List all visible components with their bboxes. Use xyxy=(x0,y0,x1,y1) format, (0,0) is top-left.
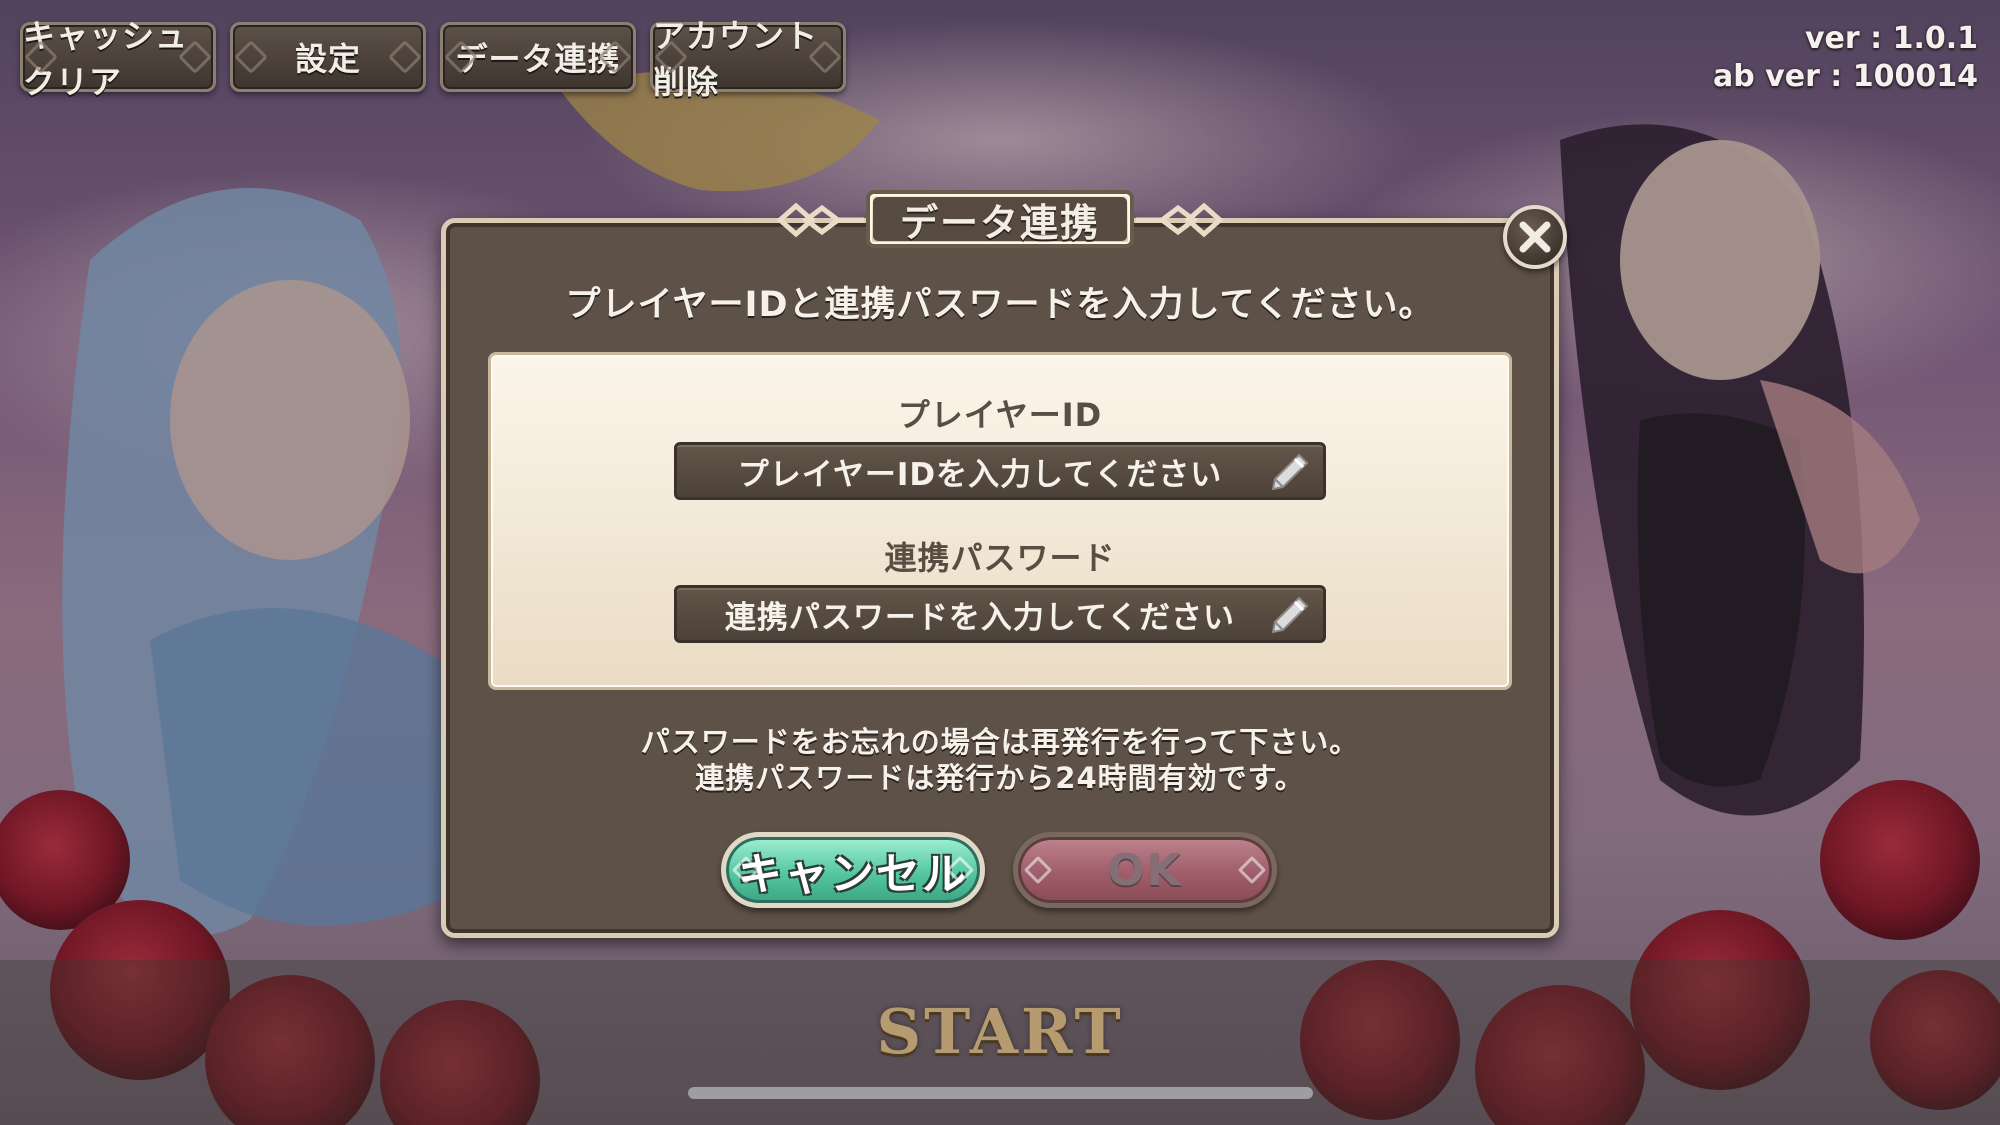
left-ornament-icon xyxy=(776,202,864,238)
dialog-title-plate: データ連携 xyxy=(866,190,1134,248)
password-label: 連携パスワード xyxy=(884,539,1116,577)
note-line-1: パスワードをお忘れの場合は再発行を行って下さい。 xyxy=(640,725,1360,759)
delete-account-button[interactable]: アカウント削除 xyxy=(650,17,846,101)
dialog-header: データ連携 xyxy=(776,186,1224,254)
password-note: パスワードをお忘れの場合は再発行を行って下さい。 連携パスワードは発行から24時… xyxy=(441,724,1559,796)
ornament-icon xyxy=(388,40,422,74)
dialog-title: データ連携 xyxy=(873,197,1127,245)
player-id-placeholder: プレイヤーIDを入力してください xyxy=(737,456,1223,493)
dialog-instruction: プレイヤーIDと連携パスワードを入力してください。 xyxy=(565,285,1435,325)
note-line-2: 連携パスワードは発行から24時間有効です。 xyxy=(695,761,1305,795)
game-title-screen: キャッシュクリア 設定 データ連携 アカウント削除 ver : 1.0.1 ab… xyxy=(0,0,2000,1125)
ornament-icon xyxy=(1023,855,1053,885)
pencil-icon xyxy=(1271,453,1309,491)
home-indicator xyxy=(688,1087,1313,1099)
data-link-label: データ連携 xyxy=(455,40,621,78)
settings-button[interactable]: 設定 xyxy=(230,22,426,92)
version-info: ver : 1.0.1 ab ver : 100014 xyxy=(1713,20,1978,96)
cancel-label: キャンセル xyxy=(738,849,968,900)
player-id-input[interactable]: プレイヤーIDを入力してください xyxy=(674,442,1326,500)
ornament-icon xyxy=(234,40,268,74)
password-input[interactable]: 連携パスワードを入力してください xyxy=(674,585,1326,643)
ok-label: OK xyxy=(1107,844,1183,896)
ornament-icon xyxy=(1237,855,1267,885)
pencil-icon xyxy=(1271,596,1309,634)
close-button[interactable] xyxy=(1503,205,1567,269)
top-menu: キャッシュクリア 設定 データ連携 アカウント削除 xyxy=(20,17,846,101)
settings-label: 設定 xyxy=(294,40,361,78)
close-icon xyxy=(1519,221,1551,253)
ok-button[interactable]: OK xyxy=(1013,832,1277,908)
right-ornament-icon xyxy=(1136,202,1224,238)
player-id-label: プレイヤーID xyxy=(897,396,1103,434)
start-button[interactable]: START xyxy=(0,995,2000,1068)
cancel-button[interactable]: キャンセル xyxy=(721,832,985,908)
ab-version: ab ver : 100014 xyxy=(1713,59,1978,94)
password-placeholder: 連携パスワードを入力してください xyxy=(724,599,1236,636)
data-link-button[interactable]: データ連携 xyxy=(440,22,636,92)
cache-clear-button[interactable]: キャッシュクリア xyxy=(20,17,216,101)
app-version: ver : 1.0.1 xyxy=(1805,21,1978,56)
